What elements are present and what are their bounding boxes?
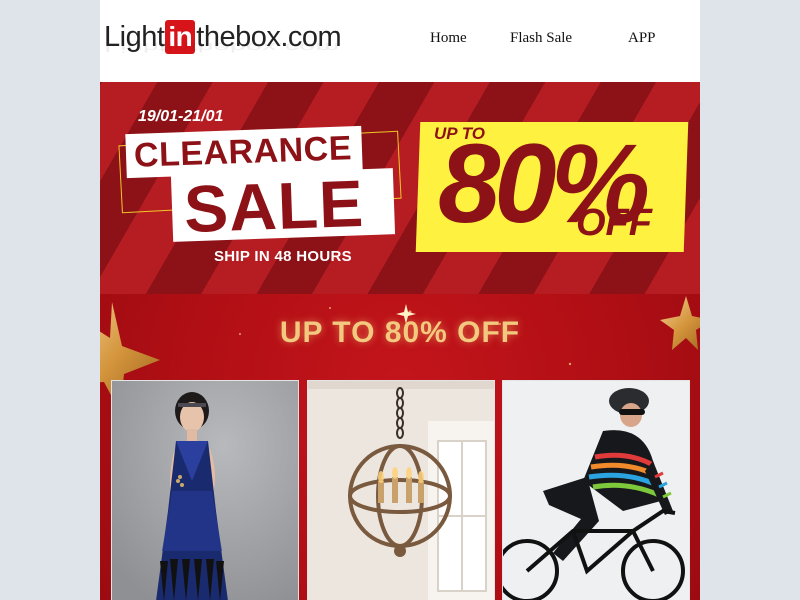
logo-reflection: Lightinthebox.com xyxy=(104,39,340,54)
sale-heading: SALE xyxy=(182,165,366,247)
chandelier-product-image xyxy=(308,381,494,600)
shipping-note: SHIP IN 48 HOURS xyxy=(214,248,352,265)
nav-app-link[interactable]: APP xyxy=(628,30,656,47)
dress-product-image xyxy=(112,381,298,600)
clearance-sale-banner[interactable]: 19/01-21/01 CLEARANCE SALE SHIP IN 48 HO… xyxy=(100,82,700,294)
product-card-cycling[interactable] xyxy=(502,380,690,600)
product-card-chandelier[interactable] xyxy=(307,380,495,600)
promo-section: UP TO 80% OFF xyxy=(100,294,700,600)
header: Light in thebox.com Lightinthebox.com Home… xyxy=(100,0,700,82)
email-container: Light in thebox.com Lightinthebox.com Home… xyxy=(100,0,700,600)
product-card-dress[interactable] xyxy=(111,380,299,600)
nav-home-link[interactable]: Home xyxy=(430,30,467,47)
offer-suffix: OFF xyxy=(576,202,652,244)
promo-heading: UP TO 80% OFF xyxy=(279,316,521,349)
cycling-product-image xyxy=(503,381,689,600)
sale-date-range: 19/01-21/01 xyxy=(138,108,224,125)
nav-flash-sale-link[interactable]: Flash Sale xyxy=(510,30,572,47)
